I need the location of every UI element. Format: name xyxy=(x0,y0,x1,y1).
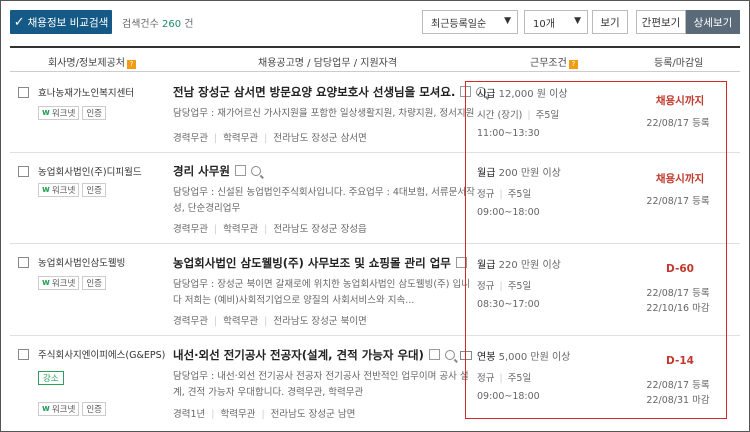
job-description: 담당업무 : 재가어르신 가사지원을 포함한 일상생활지원, 차량지원, 정서지… xyxy=(173,108,478,119)
company-name[interactable]: 효나농재가노인복지센터 xyxy=(38,85,134,99)
worknet-badge: w 워크넷 xyxy=(38,106,80,120)
worknet-badge: w 워크넷 xyxy=(38,276,80,290)
pay-info: 연봉 5,000 만원 이상 xyxy=(477,352,571,363)
job-requirements: 경력1년 | 학력무관 | 전라남도 장성군 남면 xyxy=(173,409,356,420)
chevron-down-icon: ▼ xyxy=(504,16,511,26)
document-icon[interactable] xyxy=(428,349,440,360)
row-checkbox[interactable] xyxy=(18,257,29,268)
table-row: 효나농재가노인복지센터 w 워크넷 인증 전남 장성군 삼서면 방문요양 요양보호… xyxy=(10,72,740,153)
work-hours: 09:00~18:00 xyxy=(477,207,540,218)
compare-search-label: 채용정보 비교검색 xyxy=(27,16,109,29)
row-checkbox[interactable] xyxy=(18,166,29,177)
strong-company-badge: 강소 xyxy=(38,371,64,385)
search-count: 검색건수 260 건 xyxy=(122,19,194,30)
work-condition: 정규 | 주5일 xyxy=(477,281,532,292)
row-checkbox[interactable] xyxy=(18,349,29,360)
job-requirements: 경력무관 | 학력무관 | 전라남도 장성군 삼서면 xyxy=(173,133,367,144)
work-hours: 09:00~18:00 xyxy=(477,391,540,402)
header-company: 회사명/정보제공처? xyxy=(48,54,136,69)
registration-date: 22/08/17 등록 xyxy=(646,288,710,299)
work-condition: 시간 (장기) | 주5일 xyxy=(477,110,560,121)
company-badges: w 워크넷 인증 xyxy=(38,276,106,290)
work-hours: 08:30~17:00 xyxy=(477,299,540,310)
search-count-value: 260 xyxy=(162,19,182,30)
worknet-icon: w xyxy=(42,185,50,195)
job-description: 담당업무 : 내선·외선 전기공사 전공자 전기공사 전반적인 업무이며 공사 … xyxy=(173,371,469,398)
document-icon[interactable] xyxy=(234,165,246,176)
closing-date: 22/10/16 마감 xyxy=(646,303,710,314)
row-checkbox[interactable] xyxy=(18,87,29,98)
deadline-status: 채용시까지 xyxy=(655,95,705,107)
deadline-status: D-14 xyxy=(666,355,694,367)
company-name[interactable]: 농업회사법인(주)디피월드 xyxy=(38,164,142,178)
search-icon[interactable] xyxy=(444,350,455,360)
worknet-badge: w 워크넷 xyxy=(38,402,80,416)
search-icon[interactable] xyxy=(250,166,261,176)
company-badges: w 워크넷 인증 xyxy=(38,402,106,416)
registration-date: 22/08/17 등록 xyxy=(646,380,710,391)
worknet-badge: w 워크넷 xyxy=(38,183,80,197)
job-title[interactable]: 경리 사무원 xyxy=(173,163,261,179)
company-badges: w 워크넷 인증 xyxy=(38,106,106,120)
job-description: 담당업무 : 신설된 농업법인주식회사입니다. 주요업무 : 4대보험, 서류문… xyxy=(173,187,475,214)
certified-badge: 인증 xyxy=(82,183,106,197)
work-condition: 정규 | 주5일 xyxy=(477,373,532,384)
envelope-icon[interactable] xyxy=(459,351,472,360)
sort-select[interactable]: 최근등록일순 ▼ xyxy=(422,10,518,34)
header-deadline: 등록/마감일 xyxy=(654,58,704,69)
certified-badge: 인증 xyxy=(82,106,106,120)
work-hours: 11:00~13:30 xyxy=(477,128,540,139)
chevron-down-icon: ▼ xyxy=(574,16,581,26)
per-page-select[interactable]: 10개 ▼ xyxy=(524,10,588,34)
job-title[interactable]: 내선·외선 전기공사 전공자(설계, 견적 가능자 우대) xyxy=(173,347,472,363)
document-icon[interactable] xyxy=(460,86,472,97)
check-icon: ✓ xyxy=(13,14,25,30)
table-row: 농업회사법인삼도웰빙 w 워크넷 인증 농업회사법인 삼도웰빙(주) 사무보조 및… xyxy=(10,244,740,336)
header-conditions: 근무조건? xyxy=(530,54,578,69)
company-name[interactable]: 주식회사지엔이피에스(G&EPS) xyxy=(38,347,165,361)
pay-info: 월급 220 만원 이상 xyxy=(477,260,561,271)
job-title[interactable]: 농업회사법인 삼도웰빙(주) 사무보조 및 쇼핑몰 관리 업무 xyxy=(173,255,467,271)
table-header: 회사명/정보제공처? 채용공고명 / 담당업무 / 지원자격 근무조건? 등록/… xyxy=(10,46,740,72)
simple-view-button[interactable]: 간편보기 xyxy=(636,10,686,34)
company-name[interactable]: 농업회사법인삼도웰빙 xyxy=(38,255,125,269)
registration-date: 22/08/17 등록 xyxy=(646,196,710,207)
worknet-icon: w xyxy=(42,404,50,414)
worknet-icon: w xyxy=(42,278,50,288)
registration-date: 22/08/17 등록 xyxy=(646,118,710,129)
certified-badge: 인증 xyxy=(82,276,106,290)
document-icon[interactable] xyxy=(455,257,467,268)
closing-date: 22/08/31 마감 xyxy=(646,395,710,406)
company-badges: w 워크넷 인증 xyxy=(38,183,106,197)
pay-info: 월급 200 만원 이상 xyxy=(477,168,561,179)
view-button[interactable]: 보기 xyxy=(592,10,628,34)
header-job: 채용공고명 / 담당업무 / 지원자격 xyxy=(258,58,398,69)
help-icon[interactable]: ? xyxy=(126,60,136,69)
certified-badge: 인증 xyxy=(82,402,106,416)
deadline-status: 채용시까지 xyxy=(655,173,705,185)
detail-view-button[interactable]: 상세보기 xyxy=(686,10,740,34)
compare-search-button[interactable]: ✓ 채용정보 비교검색 xyxy=(10,10,112,34)
deadline-status: D-60 xyxy=(666,263,694,275)
job-requirements: 경력무관 | 학력무관 | 전라남도 장성군 북이면 xyxy=(173,316,367,327)
job-title[interactable]: 전남 장성군 삼서면 방문요양 요양보호사 선생님을 모셔요. xyxy=(173,84,487,100)
worknet-icon: w xyxy=(42,108,50,118)
work-condition: 정규 | 주5일 xyxy=(477,189,532,200)
table-row: 주식회사지엔이피에스(G&EPS) 강소 w 워크넷 인증 내선·외선 전기공사 … xyxy=(10,336,740,432)
job-requirements: 경력무관 | 학력무관 | 전라남도 장성군 장성읍 xyxy=(173,224,367,235)
table-row: 농업회사법인(주)디피월드 w 워크넷 인증 경리 사무원 담당업무 : 신설된 … xyxy=(10,153,740,244)
job-description: 담당업무 : 장성군 북이면 갈재로에 위치한 농업회사법인 삼도웰빙(주) 입… xyxy=(173,279,470,306)
pay-info: 시급 12,000 원 이상 xyxy=(477,89,568,100)
toolbar: ✓ 채용정보 비교검색 검색건수 260 건 최근등록일순 ▼ 10개 ▼ 보기… xyxy=(10,10,740,34)
help-icon[interactable]: ? xyxy=(568,60,578,69)
